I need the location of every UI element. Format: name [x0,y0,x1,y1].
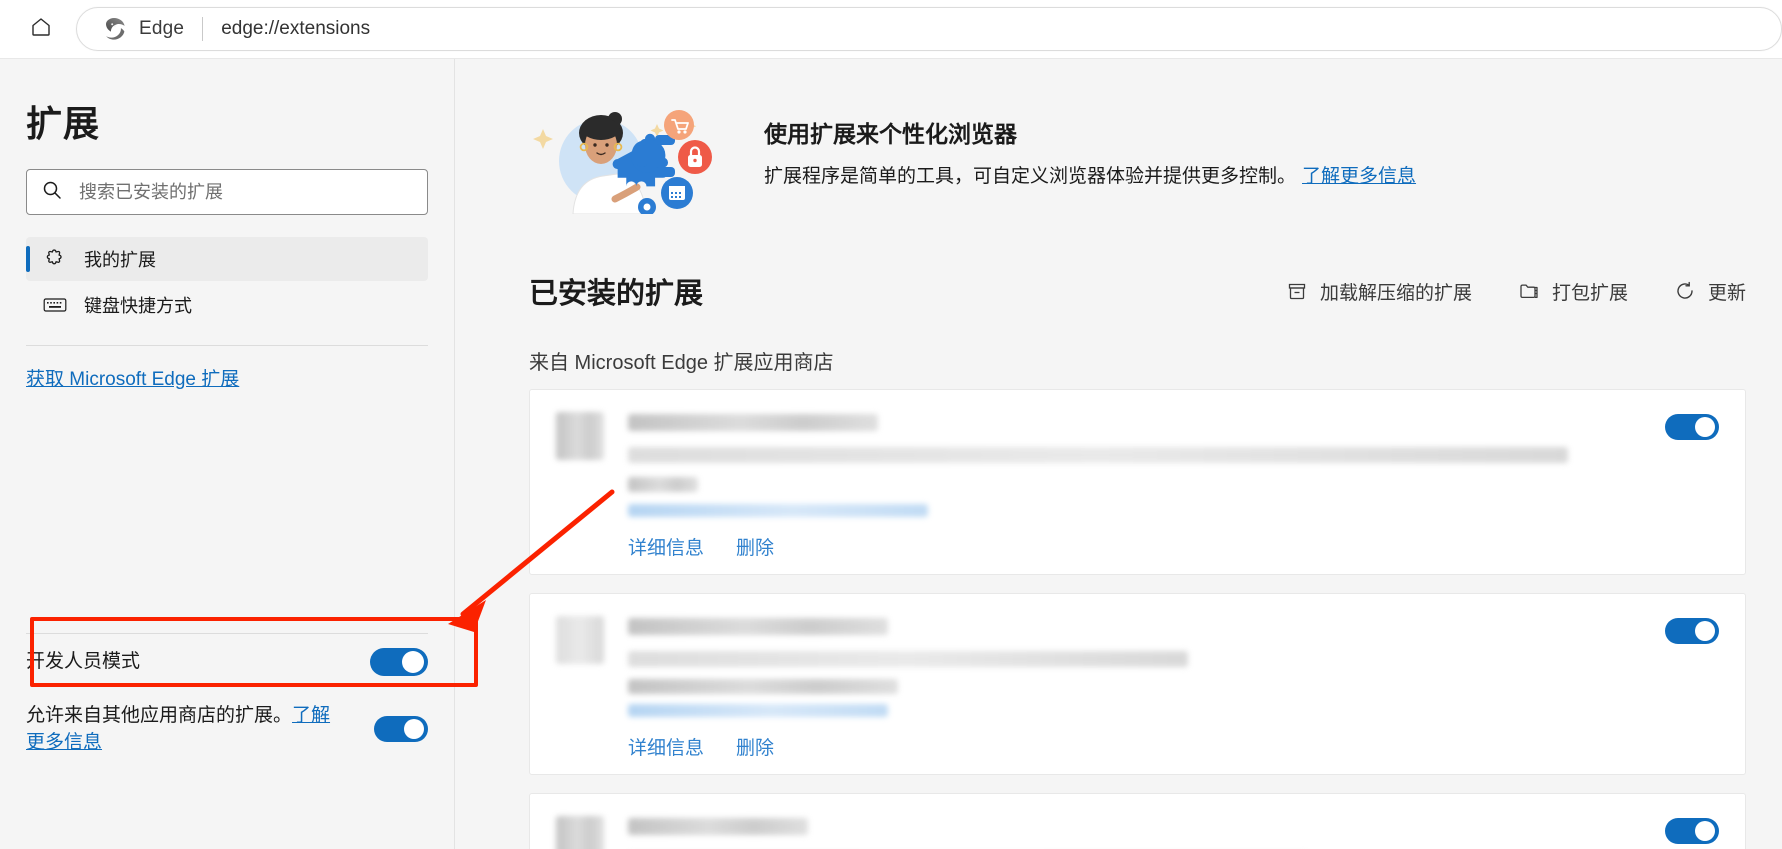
allow-other-stores-row[interactable]: 允许来自其他应用商店的扩展。了解更多信息 [26,702,428,757]
toggle-knob [1695,417,1715,437]
page-body: 扩展 我的扩展 [0,59,1782,849]
extension-details-link[interactable]: 详细信息 [628,533,704,560]
installed-extensions-header: 已安装的扩展 加载解压缩的扩展 打包扩展 更新 [529,270,1782,312]
developer-mode-section: 开发人员模式 [26,616,478,687]
extension-meta-redacted [628,679,898,694]
sidebar-settings: 开发人员模式 允许来自其他应用商店的扩展。了解更多信息 [0,616,478,757]
hero-learn-more-link[interactable]: 了解更多信息 [1302,166,1416,187]
extension-icon [556,616,604,664]
toggle-knob [404,719,424,740]
sidebar-item-keyboard-shortcuts[interactable]: 键盘快捷方式 [26,283,428,327]
hero-subtitle-text: 扩展程序是简单的工具，可自定义浏览器体验并提供更多控制。 [764,166,1297,187]
get-edge-extensions-link[interactable]: 获取 Microsoft Edge 扩展 [26,364,239,391]
sidebar-item-label: 我的扩展 [84,250,156,270]
extension-enable-toggle[interactable] [1665,618,1719,644]
hero-title: 使用扩展来个性化浏览器 [764,121,1017,147]
developer-mode-row[interactable]: 开发人员模式 [26,638,428,686]
search-box[interactable] [26,169,428,215]
extension-card[interactable]: 详细信息 删除 [529,389,1746,575]
toggle-knob [1695,821,1715,841]
extension-card-actions: 详细信息 删除 [628,533,1719,560]
allow-other-stores-text: 允许来自其他应用商店的扩展。 [26,704,293,726]
hero-banner: 使用扩展来个性化浏览器 扩展程序是简单的工具，可自定义浏览器体验并提供更多控制。… [529,59,1782,224]
address-bar[interactable]: Edge edge://extensions [76,7,1782,51]
hero-subtitle: 扩展程序是简单的工具，可自定义浏览器体验并提供更多控制。 了解更多信息 [764,161,1416,188]
extension-name-redacted [628,818,808,835]
home-icon [29,15,53,44]
toggle-knob [1695,621,1715,641]
extension-link-redacted [628,704,888,717]
sidebar-divider [26,345,428,346]
page-title: 扩展 [26,103,101,144]
extension-meta-redacted [628,477,698,492]
installed-extensions-title: 已安装的扩展 [529,278,704,310]
extensions-source-label: 来自 Microsoft Edge 扩展应用商店 [529,352,834,374]
load-unpacked-label: 加载解压缩的扩展 [1319,282,1472,304]
pack-extension-icon [1518,280,1540,302]
toggle-knob [402,650,424,673]
extensions-toolbar: 加载解压缩的扩展 打包扩展 更新 [1240,278,1746,305]
setting-divider [26,632,428,634]
extension-link-redacted [628,504,928,517]
update-extensions-button[interactable]: 更新 [1674,278,1746,305]
extensions-list: 详细信息 删除 详细信息 删除 [529,389,1782,849]
extension-name-redacted [628,618,888,635]
sidebar-item-my-extensions[interactable]: 我的扩展 [26,237,428,281]
search-input[interactable] [77,180,413,204]
omnibox-divider [202,17,204,41]
allow-other-stores-toggle[interactable] [374,716,428,743]
hero-text: 使用扩展来个性化浏览器 扩展程序是简单的工具，可自定义浏览器体验并提供更多控制。… [764,115,1416,188]
browser-toolbar: Edge edge://extensions [0,0,1782,59]
edge-logo-icon [101,16,127,42]
extension-card[interactable] [529,793,1746,849]
extension-remove-link[interactable]: 删除 [736,533,774,560]
puzzle-icon [42,246,68,272]
sidebar-item-label: 键盘快捷方式 [84,296,192,316]
extension-description-redacted-line-1 [628,651,1188,667]
allow-other-stores-label: 允许来自其他应用商店的扩展。了解更多信息 [26,702,346,757]
pack-extension-button[interactable]: 打包扩展 [1518,278,1628,305]
extension-icon [556,816,604,849]
extension-icon [556,412,604,460]
extension-remove-link[interactable]: 删除 [736,733,774,760]
extension-card-actions: 详细信息 删除 [628,733,1719,760]
extension-enable-toggle[interactable] [1665,414,1719,440]
extension-description-redacted-line-1 [628,447,1568,463]
extension-details-link[interactable]: 详细信息 [628,733,704,760]
keyboard-icon [42,292,68,318]
extension-details: 详细信息 删除 [628,612,1719,760]
extension-card[interactable]: 详细信息 删除 [529,593,1746,775]
home-button[interactable] [22,10,60,48]
extension-enable-toggle[interactable] [1665,818,1719,844]
sidebar: 扩展 我的扩展 [0,59,478,849]
load-unpacked-icon [1286,280,1308,302]
extension-details [628,812,1719,849]
refresh-icon [1674,280,1696,302]
browser-brand-label: Edge [139,18,185,39]
update-extensions-label: 更新 [1707,282,1746,304]
developer-mode-label: 开发人员模式 [26,651,141,673]
address-bar-url[interactable]: edge://extensions [221,18,370,40]
pack-extension-label: 打包扩展 [1551,282,1628,304]
extensions-hero-illustration-icon [529,89,734,216]
extension-name-redacted [628,414,878,431]
main-content: 使用扩展来个性化浏览器 扩展程序是简单的工具，可自定义浏览器体验并提供更多控制。… [455,59,1782,849]
developer-mode-toggle[interactable] [370,647,428,676]
load-unpacked-button[interactable]: 加载解压缩的扩展 [1286,278,1472,305]
extension-details: 详细信息 删除 [628,408,1719,560]
search-icon [41,179,63,206]
